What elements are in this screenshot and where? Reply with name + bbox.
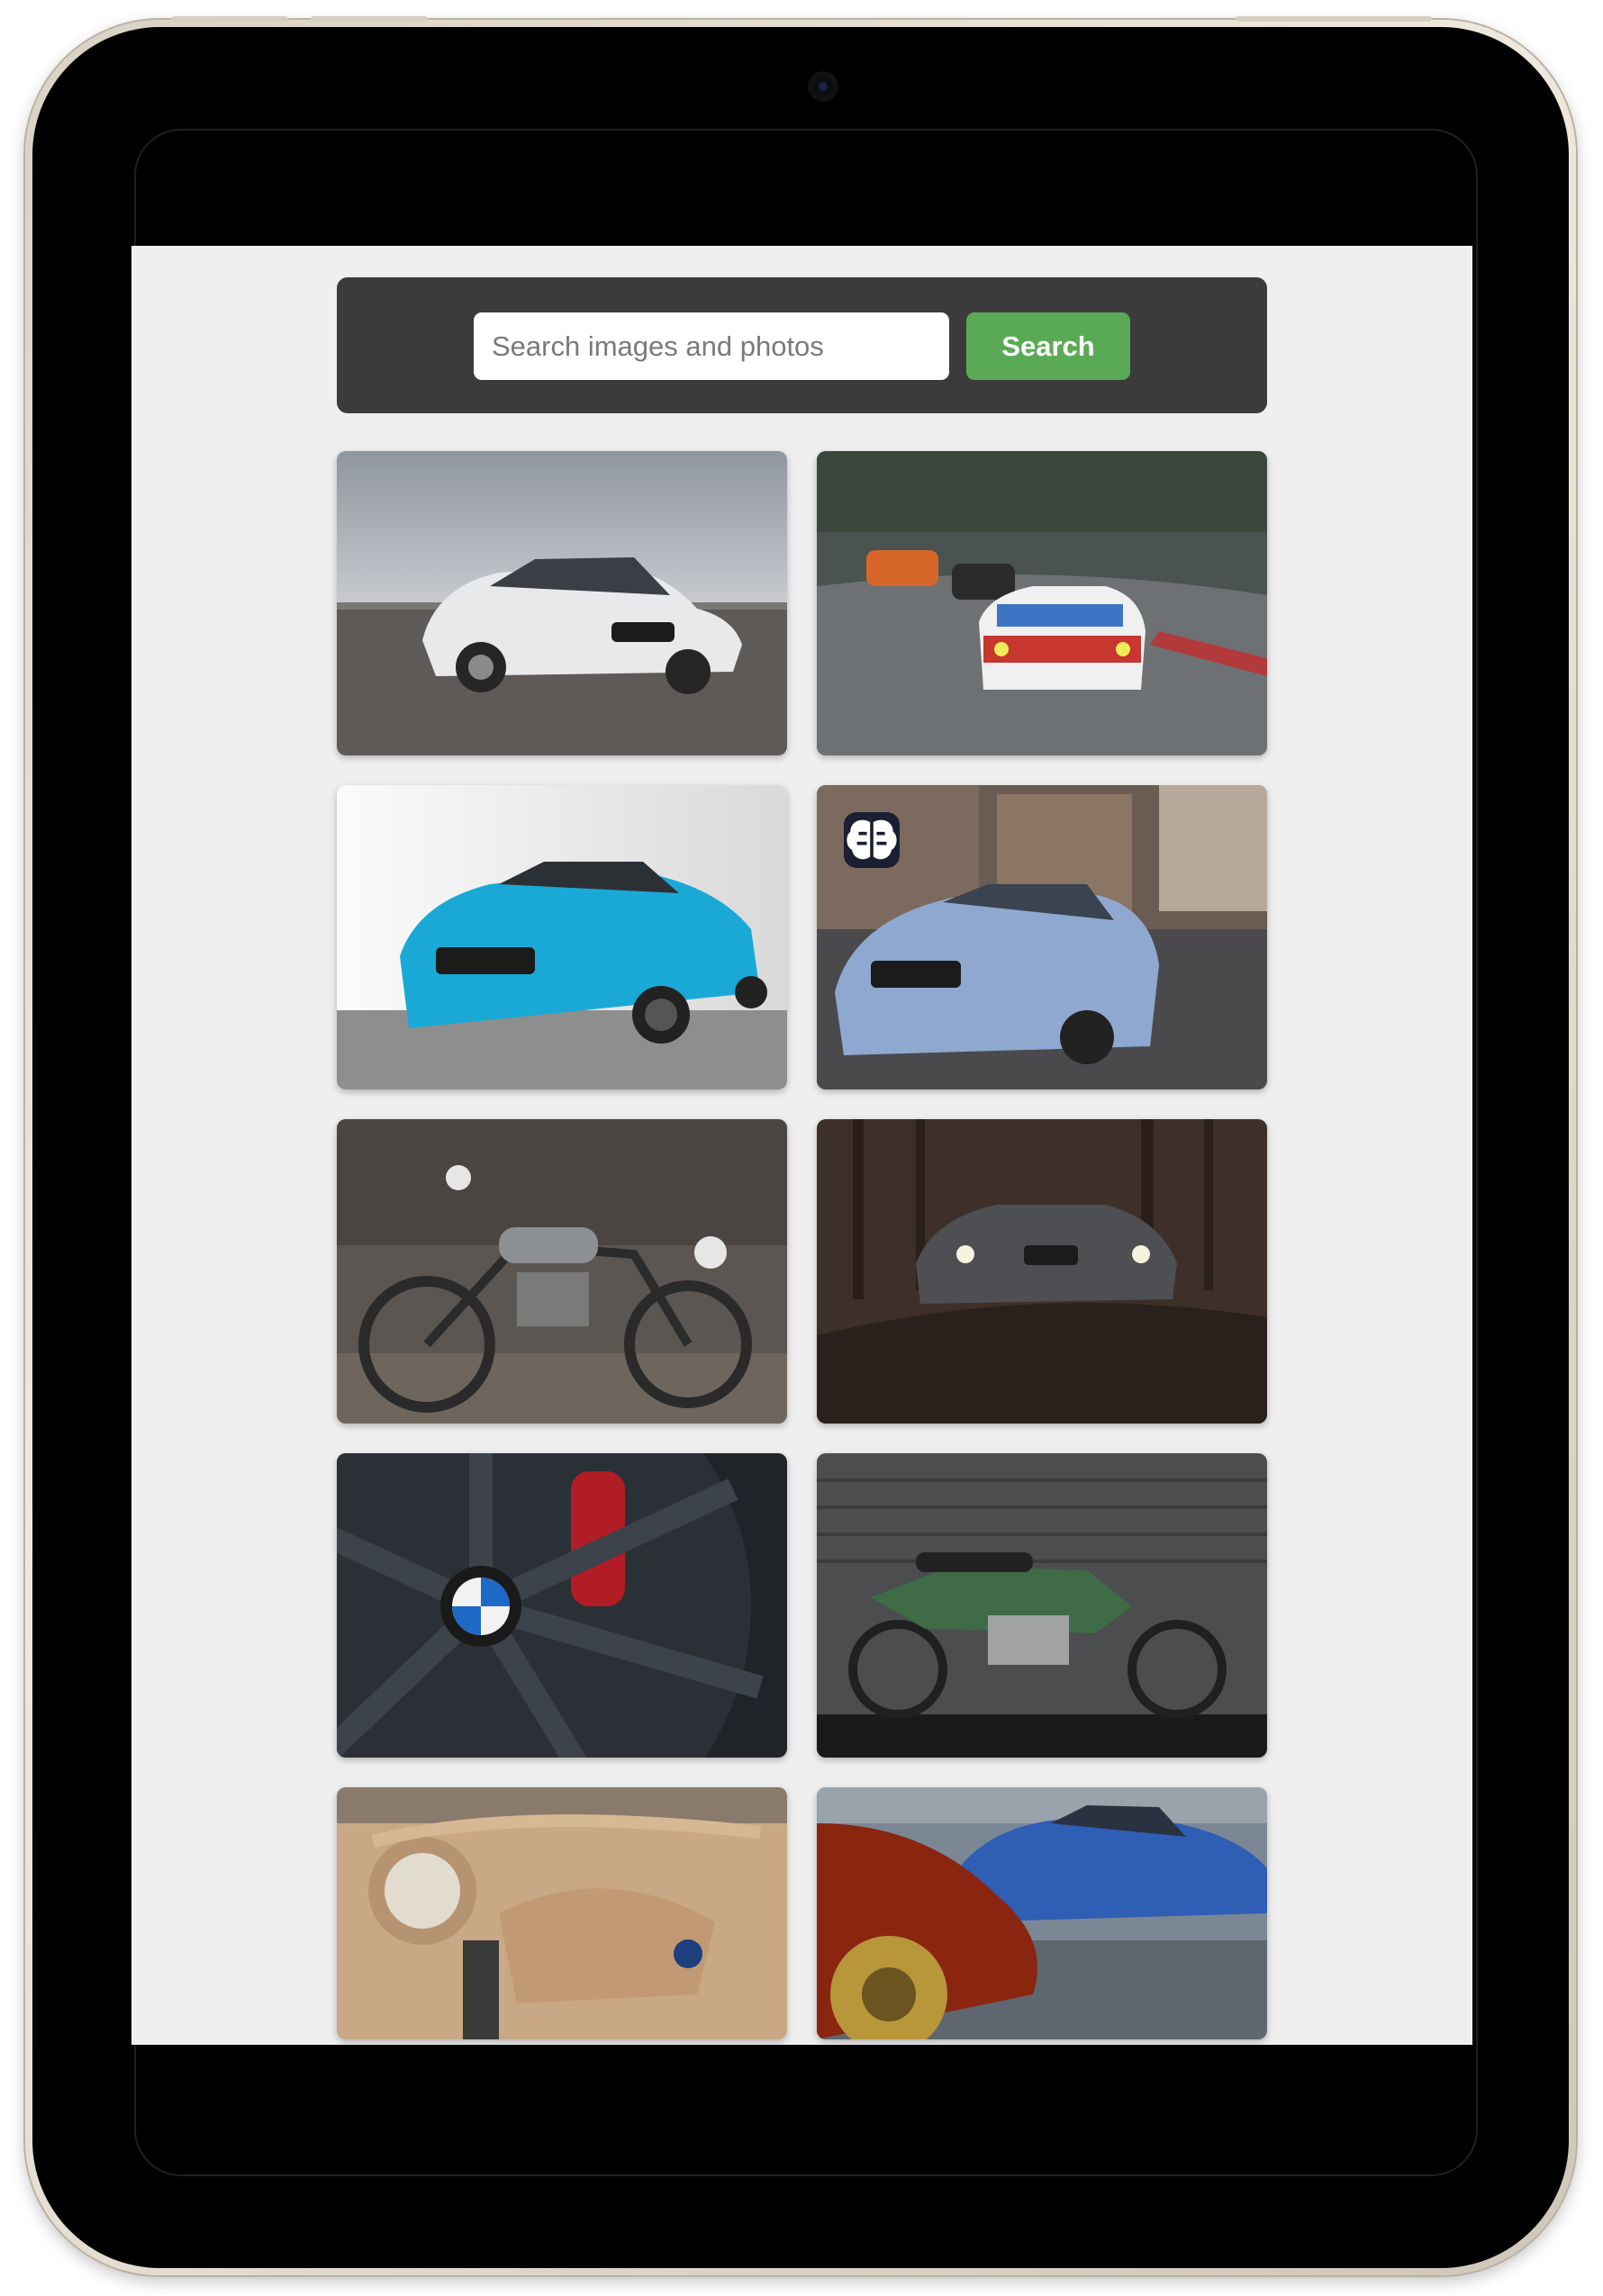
image-tile[interactable] [817, 451, 1267, 755]
car-photo [337, 785, 787, 1089]
image-tile[interactable] [337, 785, 787, 1089]
car-photo [337, 451, 787, 755]
search-button[interactable]: Search [966, 312, 1130, 380]
brain-icon[interactable] [844, 812, 900, 868]
search-panel: Search images and photos Search [337, 277, 1267, 413]
power-button [1236, 16, 1432, 22]
car-photo [817, 1119, 1267, 1424]
image-tile[interactable] [337, 451, 787, 755]
wheel-photo [337, 1453, 787, 1758]
image-tile[interactable] [817, 1453, 1267, 1758]
car-photo [817, 1787, 1267, 2039]
motorcycle-photo [817, 1453, 1267, 1758]
motorcycle-photo [337, 1787, 787, 2039]
image-tile[interactable] [337, 1787, 787, 2039]
brain-glyph [847, 819, 897, 860]
volume-button [311, 16, 428, 22]
car-photo [817, 451, 1267, 755]
image-tile[interactable] [337, 1453, 787, 1758]
search-input[interactable]: Search images and photos [474, 312, 949, 380]
image-tile[interactable] [817, 1119, 1267, 1424]
search-placeholder: Search images and photos [492, 330, 824, 362]
image-tile[interactable] [337, 1119, 787, 1424]
front-camera [813, 77, 833, 96]
image-tile[interactable] [817, 785, 1267, 1089]
motorcycle-photo [337, 1119, 787, 1424]
volume-button [171, 16, 288, 22]
image-tile[interactable] [817, 1787, 1267, 2039]
app-screen: Search images and photos Search [131, 246, 1472, 2045]
